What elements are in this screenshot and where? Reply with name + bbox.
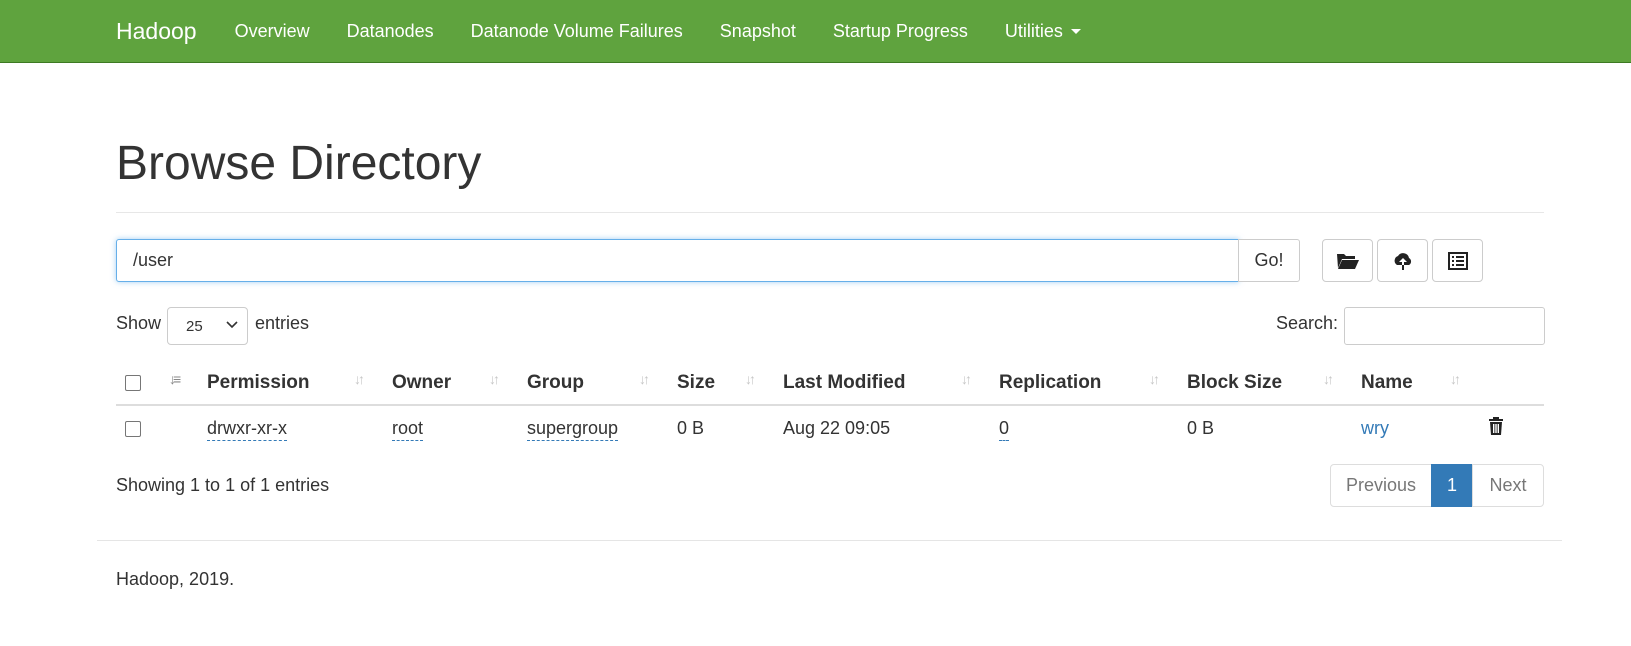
nav-datanodes[interactable]: Datanodes — [347, 21, 434, 42]
nav-overview[interactable]: Overview — [235, 21, 310, 42]
cell-group[interactable]: supergroup — [527, 418, 619, 441]
entries-label: entries — [255, 313, 310, 333]
select-all-checkbox[interactable] — [125, 375, 141, 391]
search-label: Search: — [1276, 313, 1339, 333]
page-title: Browse Directory — [116, 137, 482, 190]
chevron-down-icon — [226, 321, 238, 329]
cell-size: 0 B — [677, 418, 705, 438]
row-checkbox[interactable] — [125, 421, 141, 437]
sort-icon[interactable]: ↓↑ — [961, 371, 972, 387]
cell-permission[interactable]: drwxr-xr-x — [207, 418, 287, 441]
create-directory-button[interactable] — [1322, 239, 1373, 282]
folder-open-icon — [1336, 253, 1359, 269]
sort-icon[interactable]: ↓↑ — [1450, 371, 1461, 387]
header-permission[interactable]: Permission — [207, 372, 309, 394]
sort-icon[interactable]: ↓↑ — [745, 371, 756, 387]
file-table: ↓≡ Permission ↓↑ Owner ↓↑ Group ↓↑ Size … — [116, 360, 1544, 454]
entries-per-page-value: 25 — [186, 317, 203, 335]
header-replication[interactable]: Replication — [999, 372, 1101, 394]
sort-icon[interactable]: ↓↑ — [1323, 371, 1334, 387]
search-input[interactable] — [1344, 307, 1545, 345]
next-button[interactable]: Next — [1472, 464, 1544, 507]
header-group[interactable]: Group — [527, 372, 584, 394]
caret-down-icon — [1070, 28, 1081, 34]
nav-startup-progress[interactable]: Startup Progress — [833, 21, 968, 42]
title-divider — [116, 212, 1544, 213]
table-header: ↓≡ Permission ↓↑ Owner ↓↑ Group ↓↑ Size … — [116, 360, 1544, 406]
nav-utilities-dropdown[interactable]: Utilities — [1005, 21, 1081, 42]
delete-button[interactable] — [1488, 416, 1504, 441]
sort-icon[interactable]: ↓↑ — [1149, 371, 1160, 387]
header-name[interactable]: Name — [1361, 372, 1413, 394]
cell-block-size: 0 B — [1187, 418, 1215, 438]
navbar: Hadoop Overview Datanodes Datanode Volum… — [0, 0, 1631, 63]
list-alt-icon — [1447, 251, 1468, 270]
trash-icon — [1489, 417, 1503, 435]
brand-logo[interactable]: Hadoop — [116, 18, 197, 45]
footer-text: Hadoop, 2019. — [116, 569, 235, 589]
cut-paste-button[interactable] — [1432, 239, 1483, 282]
show-label: Show — [116, 313, 162, 333]
nav-snapshot[interactable]: Snapshot — [720, 21, 796, 42]
cloud-upload-icon — [1394, 252, 1411, 270]
table-info: Showing 1 to 1 of 1 entries — [116, 475, 330, 495]
header-block-size[interactable]: Block Size — [1187, 372, 1282, 394]
cell-owner[interactable]: root — [392, 418, 424, 441]
cell-name-link[interactable]: wry — [1361, 418, 1389, 439]
page-1-button[interactable]: 1 — [1431, 464, 1473, 507]
header-size[interactable]: Size — [677, 372, 715, 394]
cell-last-modified: Aug 22 09:05 — [783, 418, 891, 438]
table-row: drwxr-xr-x root supergroup 0 B Aug 22 09… — [116, 406, 1544, 454]
sort-amount-asc-icon[interactable]: ↓≡ — [169, 371, 181, 387]
header-last-modified[interactable]: Last Modified — [783, 372, 905, 394]
cell-replication[interactable]: 0 — [999, 418, 1010, 441]
entries-per-page-select[interactable]: 25 — [167, 307, 248, 345]
pagination: Previous 1 Next — [1330, 464, 1544, 507]
sort-icon[interactable]: ↓↑ — [354, 371, 365, 387]
header-owner[interactable]: Owner — [392, 372, 451, 394]
sort-icon[interactable]: ↓↑ — [639, 371, 650, 387]
nav-datanode-volume-failures[interactable]: Datanode Volume Failures — [471, 21, 683, 42]
directory-path-input[interactable] — [116, 239, 1239, 282]
footer-divider — [97, 540, 1562, 541]
previous-button[interactable]: Previous — [1330, 464, 1432, 507]
sort-icon[interactable]: ↓↑ — [489, 371, 500, 387]
upload-files-button[interactable] — [1377, 239, 1428, 282]
nav-utilities-label: Utilities — [1004, 20, 1063, 41]
go-button[interactable]: Go! — [1238, 239, 1300, 282]
